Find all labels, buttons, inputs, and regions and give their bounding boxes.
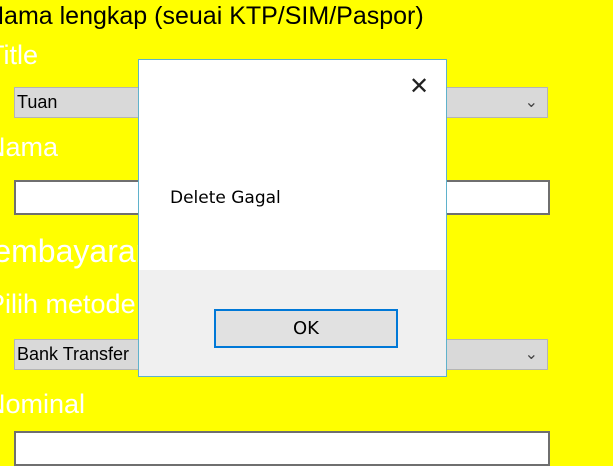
chevron-down-icon: ⌄ bbox=[524, 94, 538, 111]
close-icon[interactable]: ✕ bbox=[407, 74, 431, 98]
method-select-value: Bank Transfer bbox=[17, 344, 130, 364]
nominal-label: Nominal bbox=[0, 389, 86, 419]
title-select-value: Tuan bbox=[17, 92, 58, 112]
message-dialog: ✕ Delete Gagal OK bbox=[138, 59, 447, 377]
title-label: Title bbox=[0, 40, 39, 70]
dialog-footer: OK bbox=[139, 270, 446, 376]
nama-label: Nama bbox=[0, 132, 59, 162]
chevron-down-icon: ⌄ bbox=[524, 346, 538, 363]
ok-button[interactable]: OK bbox=[214, 309, 398, 348]
nominal-input[interactable] bbox=[14, 431, 550, 466]
section-title: Nama lengkap (seuai KTP/SIM/Paspor) bbox=[0, 2, 424, 30]
dialog-message: Delete Gagal bbox=[170, 188, 281, 208]
method-label: Pilih metode bbox=[0, 289, 136, 319]
